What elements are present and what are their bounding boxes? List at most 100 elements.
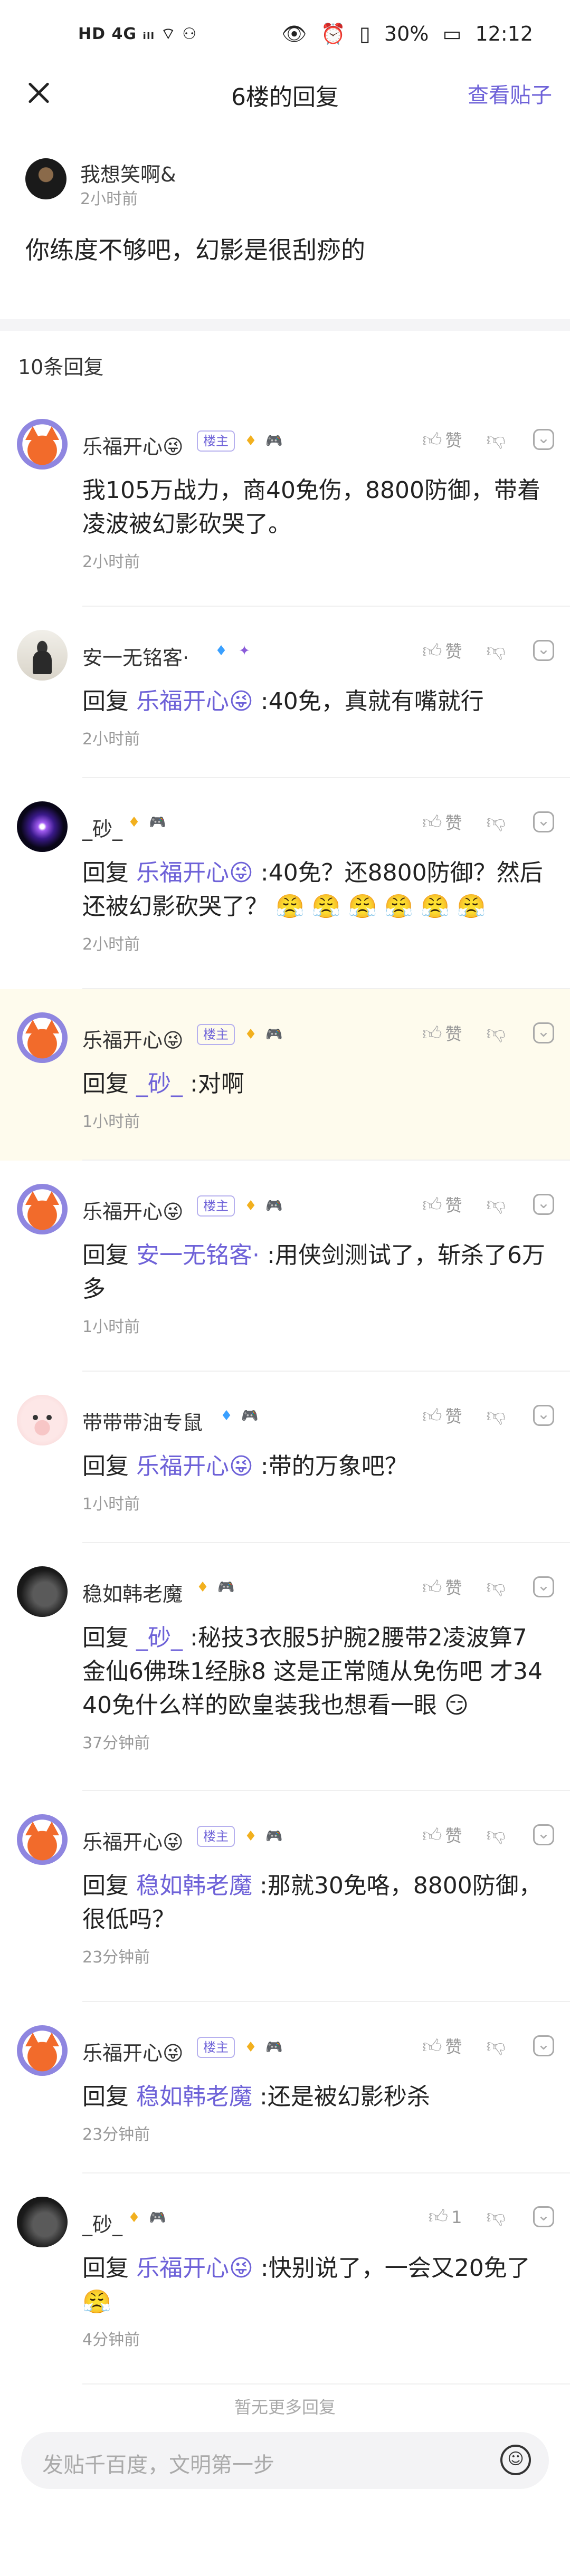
avatar[interactable] — [17, 419, 68, 470]
reply-item[interactable]: _砂_ ♦ 🎮 👍︎ 1 👎︎ ⌄ 回复 乐福开心😜 :快别说了，一会又20免了 😤 4分钟前 — [0, 2173, 570, 2385]
comment-input-bar[interactable]: 发贴千百度，文明第一步 ☺ — [21, 2432, 549, 2489]
reply-item[interactable]: 乐福开心😜 楼主 ♦ 🎮 👍︎ 赞 👎︎ ⌄ 我105万战力，商40免伤，8800防御，带着凌波… — [0, 396, 570, 607]
avatar[interactable] — [17, 801, 68, 852]
like-button[interactable]: 👍︎ 赞 — [422, 427, 462, 452]
more-icon[interactable]: ⌄ — [533, 429, 554, 450]
badge-game-icon: 🎮 — [265, 1198, 283, 1214]
reply-item[interactable]: 安一无铭客· ♦ ✦ 👍︎ 赞 👎︎ ⌄ 回复 乐福开心😜 :40免，真就有嘴就行 2小时前 — [0, 607, 570, 778]
more-icon[interactable]: ⌄ — [533, 1405, 554, 1426]
reply-time: 2小时前 — [82, 935, 140, 954]
reply-separator — [82, 2383, 570, 2385]
thumb-down-icon[interactable]: 👎︎ — [486, 2205, 506, 2228]
reply-text: 回复 稳如韩老魔 :那就30免咯，8800防御，很低吗？ — [82, 1869, 547, 1937]
more-icon[interactable]: ⌄ — [533, 640, 554, 661]
eye-icon: 👁 — [281, 22, 307, 45]
like-button[interactable]: 👍︎ 赞 — [422, 1403, 462, 1428]
like-button[interactable]: 👍︎ 赞 — [422, 638, 462, 663]
mention-link[interactable]: 乐福开心😜 — [136, 859, 253, 886]
thumb-down-icon[interactable]: 👎︎ — [486, 1823, 506, 1846]
reply-item[interactable]: 带带带油专鼠 ♦ 🎮 👍︎ 赞 👎︎ ⌄ 回复 乐福开心😜 :带的万象吧？ 1小时前 — [0, 1372, 570, 1543]
reply-time: 23分钟前 — [82, 1948, 150, 1967]
reply-username[interactable]: 乐福开心😜 — [82, 430, 184, 459]
reply-item[interactable]: _砂_ ♦ 🎮 👍︎ 赞 👎︎ ⌄ 回复 乐福开心😜 :40免？还8800防御？然后还被幻影砍… — [0, 778, 570, 989]
avatar[interactable] — [17, 1012, 68, 1063]
avatar[interactable] — [17, 1395, 68, 1445]
reply-time: 2小时前 — [82, 553, 140, 571]
host-badge: 楼主 — [197, 1024, 235, 1045]
thumb-up-icon: 👍︎ — [428, 2206, 449, 2228]
reply-username[interactable]: 稳如韩老魔 — [82, 1578, 183, 1607]
emoji-icon[interactable]: ☺ — [500, 2445, 531, 2475]
reply-body: :40免，真就有嘴就行 — [260, 688, 484, 715]
more-icon[interactable]: ⌄ — [533, 811, 554, 832]
reply-item[interactable]: 乐福开心😜 楼主 ♦ 🎮 👍︎ 赞 👎︎ ⌄ 回复 _砂_ :对啊 1小时前 — [0, 989, 570, 1161]
like-button[interactable]: 👍︎ 赞 — [422, 1823, 462, 1847]
main-post-username[interactable]: 我想笑啊& — [80, 158, 176, 187]
reply-username[interactable]: 乐福开心😜 — [82, 1024, 184, 1053]
thumb-down-icon[interactable]: 👎︎ — [486, 1404, 506, 1427]
reply-text: 回复 _砂_ :对啊 — [82, 1067, 547, 1101]
host-badge: 楼主 — [197, 1195, 235, 1217]
reply-username[interactable]: _砂_ — [82, 2208, 122, 2237]
badge-gem-icon: ♦ — [128, 815, 140, 830]
mention-link[interactable]: 安一无铭客· — [136, 1242, 260, 1269]
mention-link[interactable]: 乐福开心😜 — [136, 688, 253, 715]
thumb-down-icon[interactable]: 👎︎ — [486, 1575, 506, 1598]
thumb-down-icon[interactable]: 👎︎ — [486, 639, 506, 662]
badge-gem-icon: ♦ — [244, 1198, 257, 1214]
like-button[interactable]: 👍︎ 赞 — [422, 810, 462, 834]
reply-username[interactable]: _砂_ — [82, 813, 122, 842]
avatar[interactable] — [17, 2197, 68, 2247]
mention-link[interactable]: 乐福开心😜 — [136, 1453, 253, 1480]
badge-game-icon: 🎮 — [265, 433, 283, 449]
reply-item[interactable]: 乐福开心😜 楼主 ♦ 🎮 👍︎ 赞 👎︎ ⌄ 回复 稳如韩老魔 :那就30免咯，8800防御，很… — [0, 1791, 570, 2002]
reply-item[interactable]: 乐福开心😜 楼主 ♦ 🎮 👍︎ 赞 👎︎ ⌄ 回复 稳如韩老魔 :还是被幻影秒杀 23分钟前 — [0, 2002, 570, 2173]
thumb-down-icon[interactable]: 👎︎ — [486, 810, 506, 834]
reply-username[interactable]: 安一无铭客· — [82, 641, 189, 671]
mention-link[interactable]: 稳如韩老魔 — [136, 2083, 252, 2110]
thumb-down-icon[interactable]: 👎︎ — [486, 428, 506, 451]
more-icon[interactable]: ⌄ — [533, 2206, 554, 2227]
reply-username[interactable]: 乐福开心😜 — [82, 2037, 184, 2066]
more-icon[interactable]: ⌄ — [533, 1022, 554, 1043]
comment-input[interactable]: 发贴千百度，文明第一步 — [42, 2448, 274, 2478]
badge-gem-icon: ♦ — [244, 1027, 257, 1042]
reply-prefix: 回复 — [82, 859, 129, 886]
thumb-up-icon: 👍︎ — [422, 1825, 442, 1846]
mention-link[interactable]: 乐福开心😜 — [136, 2255, 253, 2282]
avatar[interactable] — [17, 630, 68, 681]
host-badge: 楼主 — [197, 430, 235, 452]
thumb-down-icon[interactable]: 👎︎ — [486, 1021, 506, 1045]
more-icon[interactable]: ⌄ — [533, 1576, 554, 1597]
thumb-down-icon[interactable]: 👎︎ — [486, 2034, 506, 2057]
view-post-link[interactable]: 查看贴子 — [468, 78, 552, 109]
like-button[interactable]: 👍︎ 1 — [428, 2205, 462, 2228]
mention-link[interactable]: _砂_ — [136, 1070, 183, 1097]
badge-game-icon: 🎮 — [241, 1408, 259, 1424]
more-icon[interactable]: ⌄ — [533, 2035, 554, 2056]
reply-time: 37分钟前 — [82, 1734, 150, 1753]
avatar[interactable] — [25, 158, 66, 199]
like-count: 赞 — [445, 1195, 462, 1215]
thumb-up-icon: 👍︎ — [422, 1405, 442, 1427]
avatar[interactable] — [17, 2025, 68, 2076]
more-icon[interactable]: ⌄ — [533, 1194, 554, 1215]
reply-username[interactable]: 乐福开心😜 — [82, 1195, 184, 1224]
like-button[interactable]: 👍︎ 赞 — [422, 2034, 462, 2058]
reply-item[interactable]: 乐福开心😜 楼主 ♦ 🎮 👍︎ 赞 👎︎ ⌄ 回复 安一无铭客· :用侠剑测试了，斩杀了6万多 1… — [0, 1161, 570, 1372]
more-icon[interactable]: ⌄ — [533, 1824, 554, 1845]
like-button[interactable]: 👍︎ 赞 — [422, 1192, 462, 1217]
reply-username[interactable]: 乐福开心😜 — [82, 1826, 184, 1855]
like-button[interactable]: 👍︎ 赞 — [422, 1021, 462, 1045]
avatar[interactable] — [17, 1184, 68, 1234]
avatar[interactable] — [17, 1814, 68, 1865]
like-button[interactable]: 👍︎ 赞 — [422, 1575, 462, 1599]
thumb-down-icon[interactable]: 👎︎ — [486, 1193, 506, 1216]
reply-item[interactable]: 稳如韩老魔 ♦ 🎮 👍︎ 赞 👎︎ ⌄ 回复 _砂_ :秘技3衣服5护腕2腰带2凌波算7金仙6… — [0, 1543, 570, 1791]
reply-username[interactable]: 带带带油专鼠 — [82, 1406, 203, 1435]
mention-link[interactable]: _砂_ — [136, 1624, 183, 1651]
thumb-up-icon: 👍︎ — [422, 429, 442, 451]
mention-link[interactable]: 稳如韩老魔 — [136, 1872, 252, 1899]
main-post-time: 2小时前 — [80, 190, 138, 208]
avatar[interactable] — [17, 1566, 68, 1617]
